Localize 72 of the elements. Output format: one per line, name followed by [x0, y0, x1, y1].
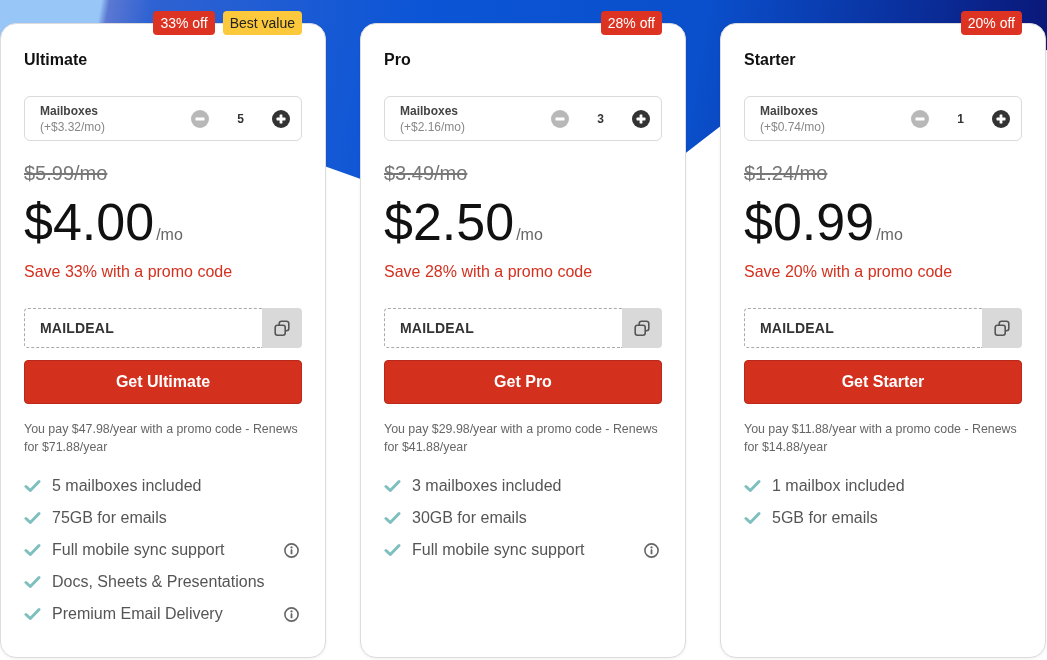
plan-title: Pro [384, 50, 411, 70]
discount-badge: 33% off [153, 11, 215, 35]
mailbox-price: (+$3.32/mo) [40, 118, 106, 135]
feature-text: 75GB for emails [52, 508, 167, 528]
check-icon [24, 511, 41, 525]
feature-text: 30GB for emails [412, 508, 527, 528]
promo-text: Save 20% with a promo code [744, 262, 953, 282]
feature-text: Full mobile sync support [52, 540, 225, 560]
copy-icon [994, 320, 1010, 336]
copy-button[interactable] [622, 308, 662, 348]
copy-button[interactable] [262, 308, 302, 348]
mailbox-count: 1 [956, 110, 965, 127]
old-price: $1.24/mo [744, 162, 828, 184]
plus-icon [272, 109, 290, 128]
feature-text: Premium Email Delivery [52, 604, 223, 624]
check-icon [24, 607, 41, 621]
price: $0.99 [744, 196, 875, 248]
mailbox-price: (+$0.74/mo) [760, 118, 826, 135]
feature-text: 3 mailboxes included [412, 476, 562, 496]
buy-button[interactable]: Get Pro [384, 360, 662, 404]
buy-button[interactable]: Get Starter [744, 360, 1022, 404]
check-icon [24, 479, 41, 493]
feature-text: 5 mailboxes included [52, 476, 202, 496]
promo-text: Save 28% with a promo code [384, 262, 593, 282]
buy-button[interactable]: Get Ultimate [24, 360, 302, 404]
copy-icon [274, 320, 290, 336]
price-period: /mo [516, 226, 543, 244]
old-price: $3.49/mo [384, 162, 468, 184]
billing-note: You pay $11.88/year with a promo code - Renews for $14.88/year [744, 421, 1018, 456]
minus-icon [911, 109, 929, 128]
check-icon [744, 511, 761, 525]
price-period: /mo [876, 226, 903, 244]
check-icon [384, 511, 401, 525]
minus-icon [191, 109, 209, 128]
plan-title: Ultimate [24, 50, 88, 70]
minus-icon [551, 109, 569, 128]
check-icon [384, 479, 401, 493]
plan-title: Starter [744, 50, 796, 70]
mailboxes-label: Mailboxes [40, 102, 99, 119]
discount-badge: 20% off [960, 11, 1022, 35]
mailbox-count: 5 [236, 110, 245, 127]
check-icon [384, 543, 401, 557]
feature-text: Full mobile sync support [412, 540, 585, 560]
info-icon[interactable] [644, 542, 659, 558]
feature-text: 1 mailbox included [772, 476, 905, 496]
check-icon [24, 575, 41, 589]
price: $2.50 [384, 196, 515, 248]
increase-button[interactable] [992, 109, 1010, 128]
highlight-badge: Best value [222, 11, 302, 35]
plus-icon [632, 109, 650, 128]
mailbox-count: 3 [596, 110, 605, 127]
info-icon[interactable] [284, 542, 299, 558]
mailbox-price: (+$2.16/mo) [400, 118, 466, 135]
billing-note: You pay $29.98/year with a promo code - Renews for $41.88/year [384, 421, 659, 456]
feature-text: 5GB for emails [772, 508, 878, 528]
plus-icon [992, 109, 1010, 128]
increase-button[interactable] [632, 109, 650, 128]
check-icon [24, 543, 41, 557]
mailboxes-label: Mailboxes [760, 102, 819, 119]
mailboxes-label: Mailboxes [400, 102, 459, 119]
price-period: /mo [156, 226, 183, 244]
info-icon[interactable] [284, 606, 299, 622]
feature-text: Docs, Sheets & Presentations [52, 572, 265, 592]
old-price: $5.99/mo [24, 162, 108, 184]
discount-badge: 28% off [600, 11, 662, 35]
copy-icon [634, 320, 650, 336]
check-icon [744, 479, 761, 493]
promo-text: Save 33% with a promo code [24, 262, 233, 282]
price: $4.00 [24, 196, 155, 248]
copy-button[interactable] [982, 308, 1022, 348]
billing-note: You pay $47.98/year with a promo code - Renews for $71.88/year [24, 421, 299, 456]
increase-button[interactable] [272, 109, 290, 128]
